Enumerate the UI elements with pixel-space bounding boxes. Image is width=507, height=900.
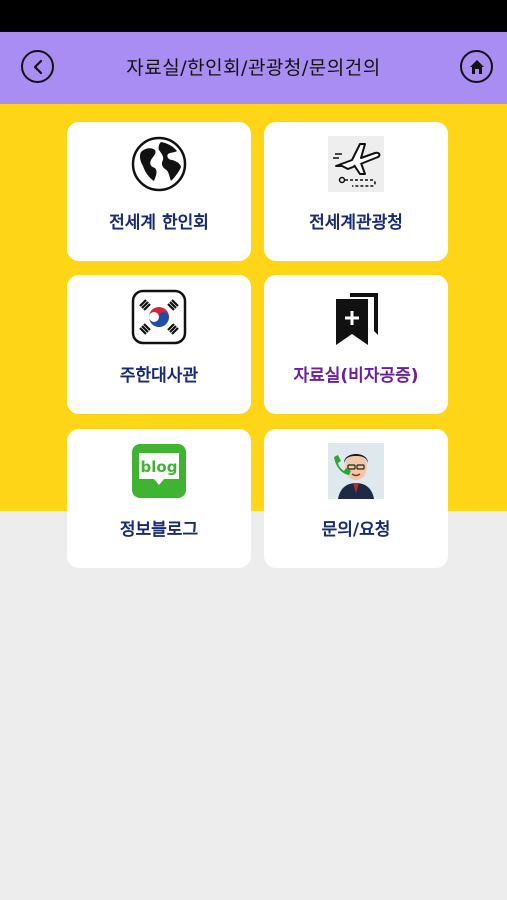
- blog-icon: blog: [132, 444, 186, 498]
- app-header: 자료실/한인회/관광청/문의건의: [0, 32, 507, 104]
- menu-label: 전세계 한인회: [109, 213, 209, 233]
- menu-label: 자료실(비자공증): [293, 366, 419, 386]
- support-agent-icon: [328, 443, 384, 499]
- menu-label: 주한대사관: [119, 366, 199, 386]
- menu-label: 정보블로그: [119, 520, 199, 540]
- korean-flag-icon: [131, 289, 187, 345]
- bookmark-plus-icon: [336, 293, 378, 345]
- back-button[interactable]: [21, 50, 54, 83]
- airplane-icon: [328, 136, 384, 192]
- menu-card-embassies[interactable]: 주한대사관: [67, 275, 251, 414]
- page-title: 자료실/한인회/관광청/문의건의: [126, 57, 381, 79]
- menu-label: 문의/요청: [321, 520, 391, 540]
- menu-card-korean-associations[interactable]: 전세계 한인회: [67, 122, 251, 261]
- menu-card-info-blog[interactable]: blog 정보블로그: [67, 429, 251, 568]
- home-button[interactable]: [460, 50, 493, 83]
- chevron-left-icon: [33, 59, 42, 74]
- menu-label: 전세계관광청: [309, 213, 403, 233]
- status-bar: [0, 0, 507, 32]
- menu-card-tourism-offices[interactable]: 전세계관광청: [264, 122, 448, 261]
- blog-icon-text: blog: [141, 458, 178, 476]
- menu-card-resources[interactable]: 자료실(비자공증): [264, 275, 448, 414]
- globe-icon: [131, 136, 187, 192]
- menu-card-inquiry[interactable]: 문의/요청: [264, 429, 448, 568]
- home-icon: [469, 59, 484, 74]
